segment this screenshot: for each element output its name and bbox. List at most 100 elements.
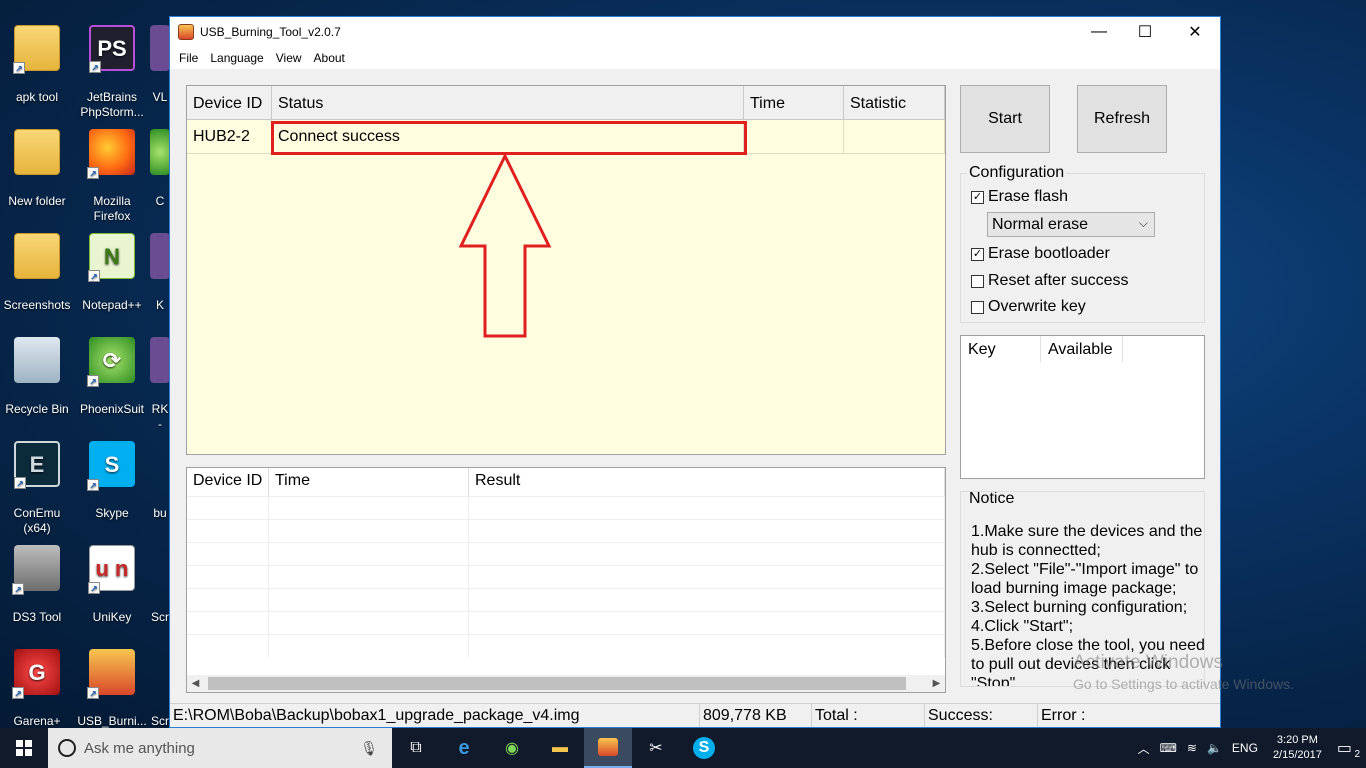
app-icon bbox=[150, 129, 170, 175]
column-time[interactable]: Time bbox=[744, 86, 844, 119]
phpstorm-icon: PS ↗ bbox=[89, 25, 135, 73]
device-table[interactable]: Device ID Status Time Statistic HUB2-2 C… bbox=[186, 85, 946, 455]
desktop-icon-new-folder[interactable]: New folder bbox=[0, 114, 74, 209]
checkbox-checked-icon[interactable]: ✓ bbox=[971, 190, 984, 204]
time-cell bbox=[744, 120, 844, 153]
clock-date: 2/15/2017 bbox=[1272, 749, 1322, 761]
desktop-icon-unikey[interactable]: u n ↗ UniKey bbox=[75, 530, 149, 625]
file-explorer-icon[interactable]: ▬ bbox=[536, 728, 584, 768]
usb-burning-taskbar-icon[interactable] bbox=[584, 728, 632, 768]
volume-icon[interactable]: 🔈 bbox=[1202, 741, 1227, 755]
list-item bbox=[187, 565, 945, 588]
menu-view[interactable]: View bbox=[271, 51, 307, 65]
desktop-icon-usb-burning[interactable]: ↗ USB_Burni... bbox=[75, 634, 149, 729]
column-key[interactable]: Key bbox=[961, 336, 1041, 362]
gamepad-icon: ↗ bbox=[12, 545, 60, 595]
microphone-icon[interactable]: 🎙 bbox=[360, 740, 378, 757]
desktop-icon-phpstorm[interactable]: PS ↗ JetBrains PhpStorm... bbox=[75, 10, 149, 120]
system-tray: ︿ ⌨ ≋ 🔈 ENG 3:20 PM 2/15/2017 ▭ 2 bbox=[1133, 728, 1366, 768]
title-bar[interactable]: USB_Burning_Tool_v2.0.7 — ☐ ✕ bbox=[170, 17, 1220, 47]
desktop-icon-partial-4[interactable]: RK - bbox=[150, 322, 170, 432]
scroll-thumb[interactable] bbox=[208, 677, 906, 690]
list-item bbox=[187, 542, 945, 565]
firefox-icon: ↗ bbox=[87, 129, 135, 179]
checkbox-unchecked-icon[interactable] bbox=[971, 300, 984, 314]
desktop-icon-notepadpp[interactable]: N ↗ Notepad++ bbox=[75, 218, 149, 313]
folder-icon bbox=[14, 233, 60, 279]
search-placeholder: Ask me anything bbox=[84, 739, 195, 757]
close-button[interactable]: ✕ bbox=[1172, 17, 1218, 47]
app-title-icon bbox=[178, 24, 194, 40]
desktop-icon-partial-5[interactable]: bu bbox=[150, 426, 170, 521]
checkbox-unchecked-icon[interactable] bbox=[971, 274, 984, 288]
menu-language[interactable]: Language bbox=[205, 51, 268, 65]
refresh-button[interactable]: Refresh bbox=[1077, 85, 1167, 153]
erase-flash-checkbox[interactable]: ✓ Erase flash bbox=[971, 188, 1068, 206]
image-path: E:\ROM\Boba\Backup\bobax1_upgrade_packag… bbox=[170, 704, 700, 727]
windows-logo-icon bbox=[16, 740, 32, 756]
desktop-icon-garena[interactable]: G ↗ Garena+ bbox=[0, 634, 74, 729]
start-menu-button[interactable] bbox=[0, 728, 48, 768]
task-view-icon[interactable]: ⧉ bbox=[392, 728, 440, 768]
column-result[interactable]: Result bbox=[469, 468, 945, 496]
start-button[interactable]: Start bbox=[960, 85, 1050, 153]
desktop-icon-recycle-bin[interactable]: Recycle Bin bbox=[0, 322, 74, 417]
conemu-icon: E ↗ bbox=[14, 441, 60, 489]
skype-taskbar-icon[interactable]: S bbox=[680, 728, 728, 768]
column-time[interactable]: Time bbox=[269, 468, 469, 496]
phoenixsuit-icon: ⟳ ↗ bbox=[87, 337, 135, 387]
wifi-icon[interactable]: ≋ bbox=[1182, 741, 1202, 755]
scroll-right-icon[interactable]: ▶ bbox=[928, 678, 945, 689]
menu-file[interactable]: File bbox=[174, 51, 203, 65]
phoenixsuit-taskbar-icon[interactable]: ◉ bbox=[488, 728, 536, 768]
maximize-button[interactable]: ☐ bbox=[1122, 17, 1168, 47]
overwrite-key-checkbox[interactable]: Overwrite key bbox=[971, 298, 1086, 316]
success-count: Success: bbox=[925, 704, 1038, 727]
up-arrow-annotation bbox=[458, 152, 552, 338]
desktop-icon-conemu[interactable]: E ↗ ConEmu (x64) bbox=[0, 426, 74, 536]
desktop-icon-partial-3[interactable]: K bbox=[150, 218, 170, 313]
desktop-icon-partial-7[interactable]: Scr bbox=[150, 634, 170, 729]
column-device-id[interactable]: Device ID bbox=[187, 86, 272, 119]
cortana-icon bbox=[58, 739, 76, 757]
scroll-left-icon[interactable]: ◀ bbox=[187, 678, 204, 689]
language-indicator[interactable]: ENG bbox=[1227, 741, 1263, 755]
app-icon bbox=[150, 337, 170, 383]
usb-burning-tool-window: USB_Burning_Tool_v2.0.7 — ☐ ✕ File Langu… bbox=[169, 16, 1221, 728]
desktop-icon-apk-tool[interactable]: ↗ apk tool bbox=[0, 10, 74, 105]
action-center-icon[interactable]: ▭ 2 bbox=[1332, 738, 1366, 760]
minimize-button[interactable]: — bbox=[1076, 17, 1122, 47]
desktop-icon-firefox[interactable]: ↗ Mozilla Firefox bbox=[75, 114, 149, 224]
column-statistic[interactable]: Statistic bbox=[844, 86, 945, 119]
app-icon bbox=[150, 25, 170, 71]
cortana-search-box[interactable]: Ask me anything 🎙 bbox=[48, 728, 392, 768]
desktop-icon-phoenixsuit[interactable]: ⟳ ↗ PhoenixSuit bbox=[75, 322, 149, 417]
key-table[interactable]: Key Available bbox=[960, 335, 1205, 479]
menu-about[interactable]: About bbox=[309, 51, 350, 65]
erase-mode-select[interactable]: Normal erase ⌵ bbox=[987, 212, 1155, 237]
notice-title: Notice bbox=[967, 491, 1017, 508]
edge-browser-icon[interactable]: e bbox=[440, 728, 488, 768]
desktop-icon-screenshots[interactable]: Screenshots bbox=[0, 218, 74, 313]
reset-after-success-checkbox[interactable]: Reset after success bbox=[971, 272, 1129, 290]
erase-bootloader-checkbox[interactable]: ✓ Erase bootloader bbox=[971, 245, 1110, 263]
result-table[interactable]: Device ID Time Result ◀ ▶ bbox=[186, 467, 946, 693]
app-icon bbox=[150, 545, 170, 591]
column-available[interactable]: Available bbox=[1041, 336, 1123, 362]
desktop-icon-partial-1[interactable]: VL bbox=[150, 10, 170, 105]
desktop-icon-partial-2[interactable]: C bbox=[150, 114, 170, 209]
desktop-icon-skype[interactable]: S ↗ Skype bbox=[75, 426, 149, 521]
app-icon bbox=[150, 441, 170, 487]
column-device-id[interactable]: Device ID bbox=[187, 468, 269, 496]
desktop-icon-ds3-tool[interactable]: ↗ DS3 Tool bbox=[0, 530, 74, 625]
keyboard-icon[interactable]: ⌨ bbox=[1155, 741, 1182, 755]
desktop-icon-partial-6[interactable]: Scr bbox=[150, 530, 170, 625]
chevron-up-icon[interactable]: ︿ bbox=[1133, 740, 1155, 757]
horizontal-scrollbar[interactable]: ◀ ▶ bbox=[187, 675, 945, 692]
snipping-tool-icon[interactable]: ✂ bbox=[632, 728, 680, 768]
column-status[interactable]: Status bbox=[272, 86, 744, 119]
device-id-cell: HUB2-2 bbox=[187, 120, 272, 153]
clock[interactable]: 3:20 PM 2/15/2017 bbox=[1263, 733, 1332, 763]
configuration-title: Configuration bbox=[967, 164, 1067, 182]
checkbox-checked-icon[interactable]: ✓ bbox=[971, 247, 984, 261]
